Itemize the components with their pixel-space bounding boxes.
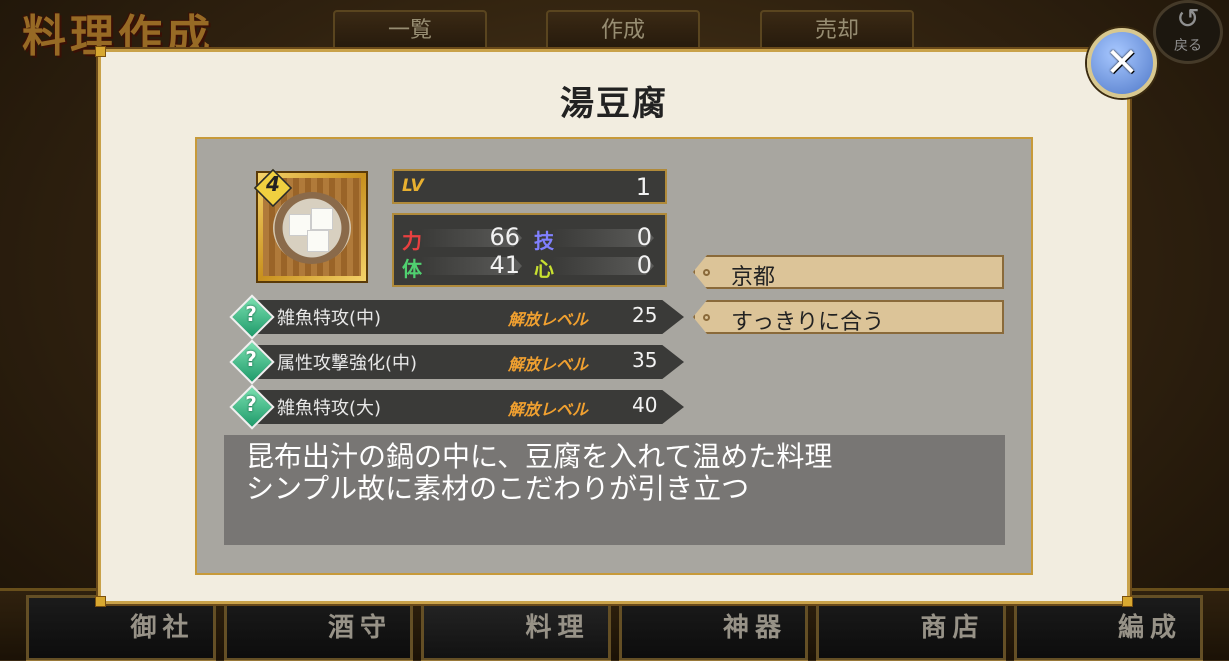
power-value: 66 bbox=[489, 223, 520, 251]
unlock-level-label: 解放レベル bbox=[508, 355, 589, 374]
close-button[interactable]: ✕ bbox=[1087, 28, 1157, 98]
stat-body: 体 41 bbox=[402, 251, 530, 281]
tag-text: すっきりに合う bbox=[731, 310, 885, 335]
item-description: 昆布出汁の鍋の中に、豆腐を入れて温めた料理 シンプル故に素材のこだわりが引き立つ bbox=[224, 435, 1005, 545]
skill-row[interactable]: ? 属性攻撃強化(中) 解放レベル 35 bbox=[229, 339, 684, 385]
question-icon: ? bbox=[245, 347, 257, 371]
tag-dot-icon bbox=[703, 314, 710, 321]
corner-ornament bbox=[1122, 596, 1133, 607]
description-line: シンプル故に素材のこだわりが引き立つ bbox=[246, 472, 750, 505]
corner-ornament bbox=[95, 596, 106, 607]
heart-label: 心 bbox=[534, 257, 554, 281]
skill-row[interactable]: ? 雑魚特攻(大) 解放レベル 40 bbox=[229, 384, 684, 430]
stat-power: 力 66 bbox=[402, 223, 530, 253]
rarity-value: 4 bbox=[266, 172, 280, 196]
unlock-level-label: 解放レベル bbox=[508, 310, 589, 329]
body-value: 41 bbox=[489, 251, 520, 279]
skill-name: 雑魚特攻(中) bbox=[277, 308, 382, 329]
skill-row[interactable]: ? 雑魚特攻(中) 解放レベル 25 bbox=[229, 294, 684, 340]
skill-name: 属性攻撃強化(中) bbox=[277, 353, 418, 374]
power-label: 力 bbox=[402, 229, 422, 253]
level-value: 1 bbox=[635, 173, 651, 201]
unlock-level-value: 35 bbox=[632, 348, 658, 372]
tag-pairing: すっきりに合う bbox=[693, 300, 1004, 334]
stat-heart: 心 0 bbox=[534, 251, 662, 281]
tag-text: 京都 bbox=[731, 265, 776, 290]
description-line: 昆布出汁の鍋の中に、豆腐を入れて温めた料理 bbox=[246, 440, 833, 473]
body-label: 体 bbox=[402, 257, 422, 281]
stat-skill: 技 0 bbox=[534, 223, 662, 253]
stats-box: 力 66 技 0 体 41 心 0 bbox=[392, 213, 667, 287]
modal-title: 湯豆腐 bbox=[560, 84, 668, 124]
skill-label: 技 bbox=[534, 229, 554, 253]
unlock-level-value: 40 bbox=[632, 393, 658, 417]
question-icon: ? bbox=[245, 302, 257, 326]
close-icon: ✕ bbox=[1105, 40, 1139, 86]
corner-ornament bbox=[95, 46, 106, 57]
level-label: LV bbox=[402, 176, 424, 196]
heart-value: 0 bbox=[636, 251, 652, 279]
tag-dot-icon bbox=[703, 269, 710, 276]
skill-name: 雑魚特攻(大) bbox=[277, 398, 382, 419]
unlock-level-label: 解放レベル bbox=[508, 400, 589, 419]
tofu-icon bbox=[311, 208, 333, 230]
tag-region: 京都 bbox=[693, 255, 1004, 289]
unlock-level-value: 25 bbox=[632, 303, 658, 327]
skill-value: 0 bbox=[636, 223, 652, 251]
question-icon: ? bbox=[245, 392, 257, 416]
level-box: LV 1 bbox=[392, 169, 667, 204]
tofu-icon bbox=[307, 230, 329, 252]
